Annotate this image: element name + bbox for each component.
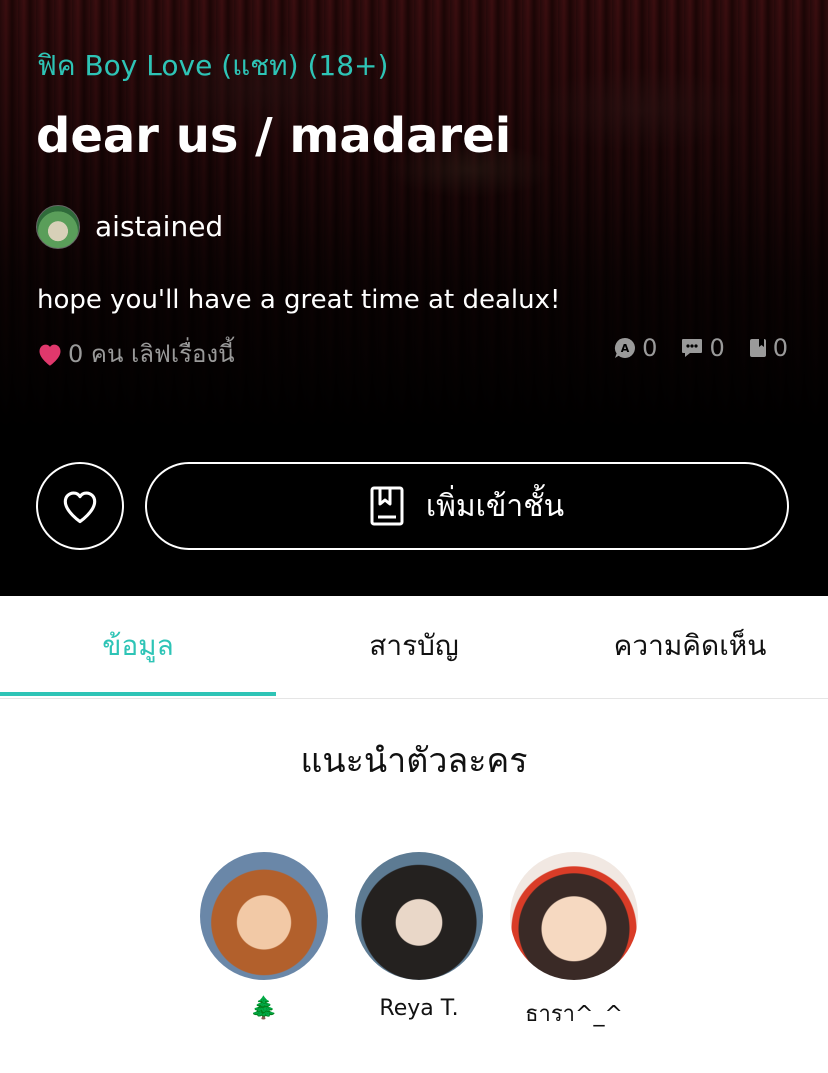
love-count: 0 คน เลิฟเรื่องนี้ xyxy=(36,334,235,373)
story-description: hope you'll have a great time at dealux! xyxy=(37,285,561,315)
tab-contents[interactable]: สารบัญ xyxy=(276,596,552,696)
book-icon xyxy=(370,486,404,526)
character-avatar[interactable] xyxy=(510,852,638,980)
bookmark-count: 0 xyxy=(772,334,788,362)
character-card[interactable]: ธารา^_^ xyxy=(509,852,639,1031)
character-name: 🌲 xyxy=(250,996,278,1021)
comment-stat: 0 xyxy=(681,334,725,362)
bookmark-icon xyxy=(749,339,766,357)
story-header: ฟิค Boy Love (แชท) (18+) dear us / madar… xyxy=(0,0,828,596)
heart-outline-icon xyxy=(63,491,97,524)
characters-section-title: แนะนำตัวละคร xyxy=(300,741,528,781)
comment-icon xyxy=(682,339,703,357)
tab-info[interactable]: ข้อมูล xyxy=(0,596,276,696)
story-stats: A 0 0 0 xyxy=(590,334,788,362)
bookmark-stat: 0 xyxy=(749,334,788,362)
love-count-text: 0 คน เลิฟเรื่องนี้ xyxy=(68,340,235,368)
comment-count: 0 xyxy=(709,334,725,362)
story-tabs: ข้อมูล สารบัญ ความคิดเห็น xyxy=(0,596,828,699)
story-title: dear us / madarei xyxy=(36,108,512,164)
character-card[interactable]: Reya T. xyxy=(354,852,484,1021)
active-tab-indicator xyxy=(0,692,276,696)
add-to-shelf-button[interactable]: เพิ่มเข้าชั้น xyxy=(145,462,789,550)
character-avatar[interactable] xyxy=(200,852,328,980)
story-category[interactable]: ฟิค Boy Love (แชท) (18+) xyxy=(37,44,388,88)
like-button[interactable] xyxy=(36,462,124,550)
review-icon: A xyxy=(615,337,636,358)
svg-text:A: A xyxy=(621,342,630,355)
character-card[interactable]: 🌲 xyxy=(199,852,329,1021)
add-to-shelf-label: เพิ่มเข้าชั้น xyxy=(425,488,565,524)
character-avatar[interactable] xyxy=(355,852,483,980)
review-stat: A 0 xyxy=(614,334,657,362)
review-count: 0 xyxy=(642,334,658,362)
author-avatar[interactable] xyxy=(36,205,80,249)
author-name[interactable]: aistained xyxy=(95,210,223,243)
character-name: ธารา^_^ xyxy=(525,1002,623,1027)
character-name: Reya T. xyxy=(379,996,459,1021)
tab-comments[interactable]: ความคิดเห็น xyxy=(552,596,828,696)
heart-filled-icon xyxy=(39,344,61,366)
